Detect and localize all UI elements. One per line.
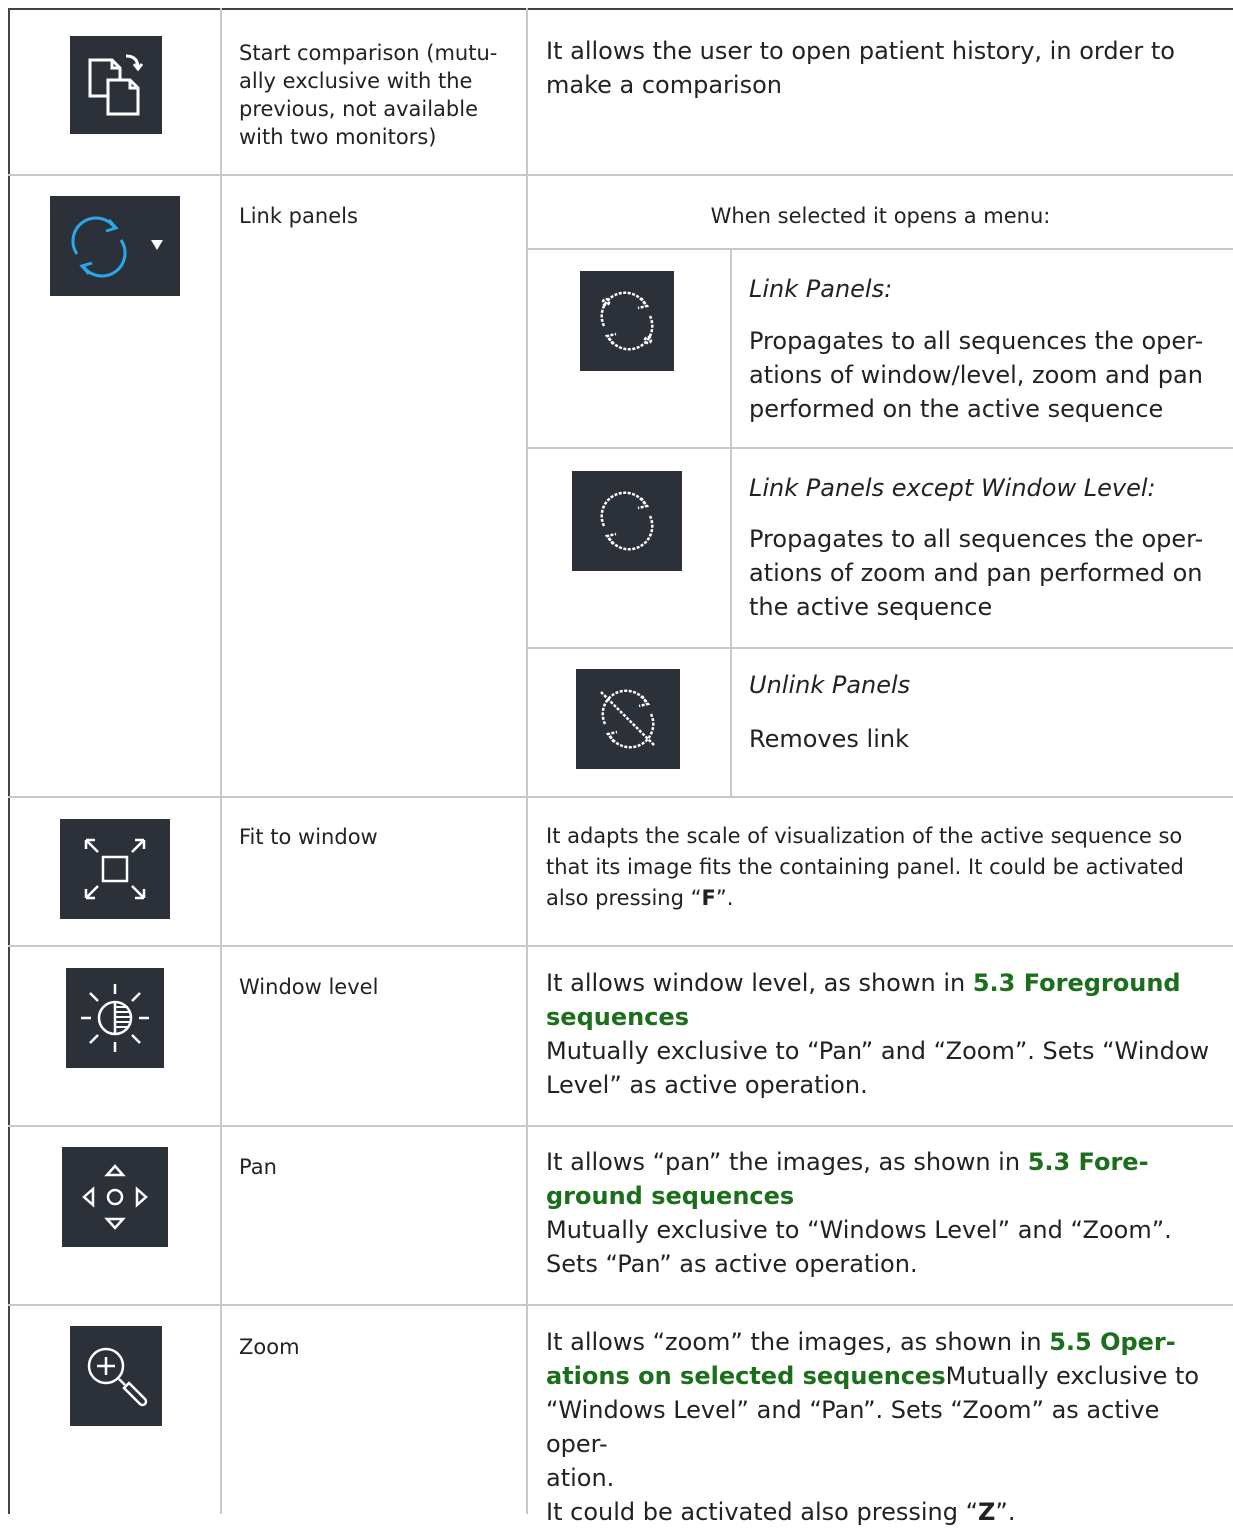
table-left-border — [8, 8, 10, 1514]
row-divider-1 — [8, 174, 1233, 176]
column-divider-1 — [220, 8, 222, 1514]
row-start-comparison-description: It allows the user to open patient histo… — [546, 37, 1175, 99]
unlink-panels-title: Unlink Panels — [749, 671, 911, 699]
link-5-5-operations-on-selected-sequences[interactable]: 5.5 Oper- — [1049, 1328, 1176, 1356]
link-panels-except-window-level-title: Link Panels except Window Level: — [749, 474, 1156, 502]
row-window-level-description: It allows window level, as shown in 5.3 … — [546, 969, 1210, 1099]
link-5-5-operations-on-selected-sequences-cont[interactable]: ations on selected sequences — [546, 1362, 946, 1390]
link-panels-menu-intro: When selected it opens a menu: — [710, 204, 1051, 228]
link-panels-icon — [580, 271, 674, 371]
row-link-panels-name: Link panels — [239, 204, 358, 228]
link-panels-title: Link Panels: — [749, 275, 893, 303]
row-start-comparison-name: Start comparison (mutu- ally exclusive w… — [239, 41, 498, 149]
start-comparison-icon — [70, 36, 162, 134]
row-zoom-name: Zoom — [239, 1335, 300, 1359]
window-level-icon — [66, 968, 164, 1068]
row-divider-2 — [8, 796, 1233, 798]
zoom-shortcut-key: Z — [978, 1498, 996, 1526]
link-5-3-foreground-sequences-pan[interactable]: 5.3 Fore- — [1028, 1148, 1149, 1176]
toolbar-reference-table: Start comparison (mutu- ally exclusive w… — [8, 8, 1233, 1526]
submenu-column-divider — [730, 249, 732, 797]
fit-shortcut-key: F — [701, 886, 716, 910]
zoom-icon — [70, 1326, 162, 1426]
table-top-border — [8, 8, 1233, 10]
row-pan-name: Pan — [239, 1155, 277, 1179]
link-5-3-foreground-sequences-pan-cont[interactable]: ground sequences — [546, 1182, 794, 1210]
row-divider-3 — [8, 945, 1233, 947]
link-panels-except-window-level-description: Propagates to all sequences the oper- at… — [749, 525, 1204, 621]
fit-to-window-icon — [60, 819, 170, 919]
row-fit-to-window-description: It adapts the scale of visualization of … — [546, 824, 1184, 910]
submenu-divider-0 — [526, 248, 1233, 250]
submenu-divider-2 — [526, 647, 1233, 649]
link-5-3-foreground-sequences-cont[interactable]: sequences — [546, 1003, 689, 1031]
row-fit-to-window-name: Fit to window — [239, 825, 378, 849]
pan-icon — [62, 1147, 168, 1247]
submenu-divider-1 — [526, 447, 1233, 449]
unlink-panels-description: Removes link — [749, 725, 909, 753]
row-divider-5 — [8, 1304, 1233, 1306]
link-panels-dropdown-icon — [50, 196, 180, 296]
link-5-3-foreground-sequences[interactable]: 5.3 Foreground — [973, 969, 1181, 997]
link-panels-except-window-level-icon — [572, 471, 682, 571]
link-panels-description: Propagates to all sequences the oper- at… — [749, 327, 1204, 423]
unlink-panels-icon — [576, 669, 680, 769]
row-pan-description: It allows “pan” the images, as shown in … — [546, 1148, 1172, 1278]
row-divider-4 — [8, 1125, 1233, 1127]
column-divider-2 — [526, 8, 528, 1514]
row-zoom-description: It allows “zoom” the images, as shown in… — [546, 1328, 1200, 1526]
row-window-level-name: Window level — [239, 975, 379, 999]
